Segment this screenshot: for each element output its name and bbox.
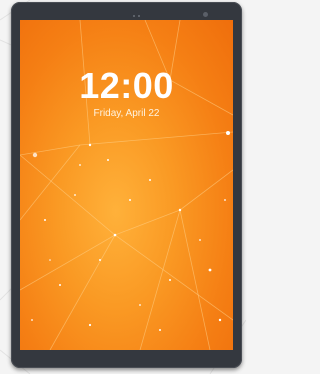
lockscreen-clock: 12:00	[79, 65, 174, 106]
sensor-dot	[133, 15, 135, 17]
lockscreen[interactable]: 12:00 Friday, April 22	[20, 20, 233, 350]
camera-icon	[203, 12, 208, 17]
lockscreen-date: Friday, April 22	[93, 108, 160, 119]
sensor-dot	[138, 15, 140, 17]
